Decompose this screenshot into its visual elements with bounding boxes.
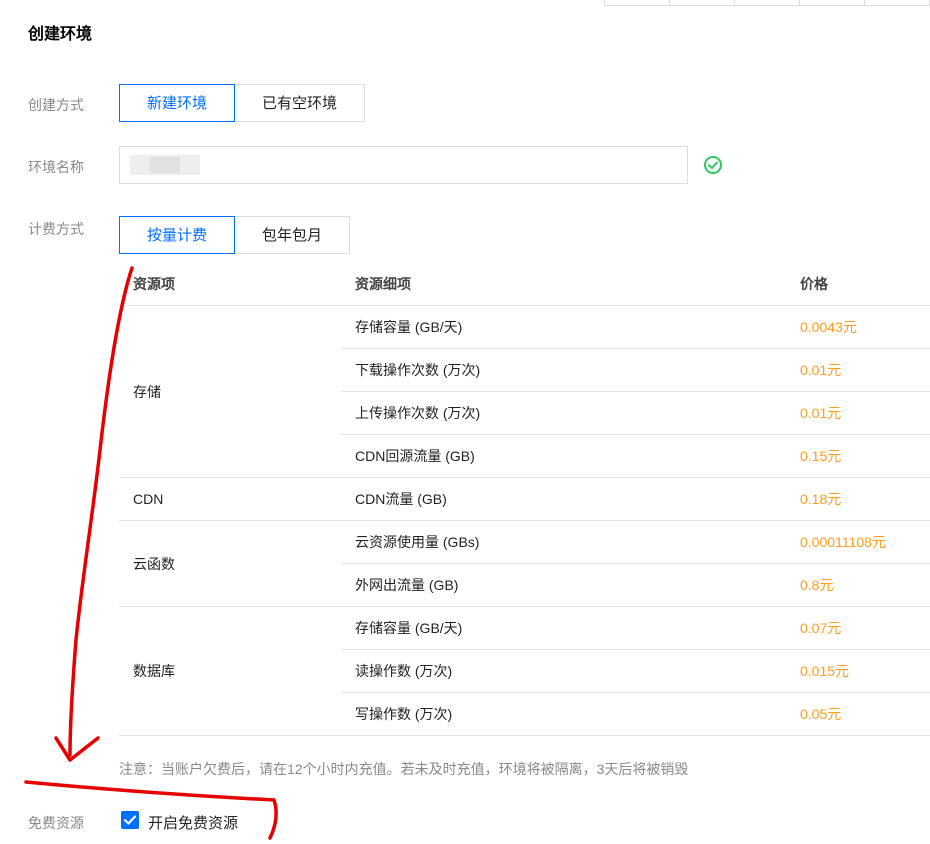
table-row: 数据库 存储容量 (GB/天) 0.07元 [119,606,930,736]
price-cell: 0.015元 [786,649,930,693]
billing-label: 计费方式 [28,221,84,237]
price-cell: 0.01元 [786,391,930,435]
pricing-table: 资源项 资源细项 价格 存储 存储容量 (GB/天) 0.0043元 下载操作次… [119,262,930,736]
resource-detail-cell: 存储容量 (GB/天) [341,305,786,349]
arrears-note: 注意：当账户欠费后，请在12个小时内充值。若未及时充值，环境将被隔离，3天后将被… [119,761,689,777]
free-resource-label: 免费资源 [28,815,84,831]
resource-detail-cell: 存储容量 (GB/天) [341,606,786,650]
header-resource-item: 资源项 [119,262,341,306]
price-cell: 0.07元 [786,606,930,650]
check-circle-icon [704,156,722,174]
price-cell: 0.15元 [786,434,930,478]
resource-item-cell: 数据库 [119,606,341,736]
annotation-arrowhead [54,736,100,762]
create-mode-label: 创建方式 [28,97,84,113]
price-cell: 0.0043元 [786,305,930,349]
header-price: 价格 [786,262,930,306]
resource-item-cell: CDN [119,477,341,521]
resource-detail-cell: CDN流量 (GB) [341,477,786,521]
price-cell: 0.8元 [786,563,930,607]
resource-detail-cell: 写操作数 (万次) [341,692,786,736]
redacted-text [150,157,180,173]
checkmark-icon [123,815,137,825]
env-name-label: 环境名称 [28,159,84,175]
price-cell: 0.18元 [786,477,930,521]
billing-monthly-option[interactable]: 包年包月 [235,216,351,254]
table-row: 存储 存储容量 (GB/天) 0.0043元 [119,305,930,478]
resource-detail-cell: 云资源使用量 (GBs) [341,520,786,564]
page-title: 创建环境 [28,26,93,43]
resource-detail-cell: 读操作数 (万次) [341,649,786,693]
table-row: CDN CDN流量 (GB) 0.18元 [119,477,930,521]
env-name-input[interactable] [119,146,688,184]
free-resource-checkbox-label: 开启免费资源 [148,815,239,832]
resource-item-cell: 存储 [119,305,341,478]
resource-detail-cell: 下载操作次数 (万次) [341,348,786,392]
resource-detail-cell: CDN回源流量 (GB) [341,434,786,478]
resource-detail-cell: 上传操作次数 (万次) [341,391,786,435]
price-cell: 0.00011108元 [786,520,930,564]
table-header-row: 资源项 资源细项 价格 [119,262,930,306]
resource-item-cell: 云函数 [119,520,341,607]
top-table-edge [604,0,930,6]
free-resource-checkbox[interactable] [121,811,139,829]
price-cell: 0.01元 [786,348,930,392]
billing-pay-as-you-go-option[interactable]: 按量计费 [119,216,236,254]
billing-selector: 按量计费 包年包月 [119,216,351,254]
price-cell: 0.05元 [786,692,930,736]
create-mode-selector: 新建环境 已有空环境 [119,84,366,122]
header-resource-detail: 资源细项 [341,262,786,306]
create-mode-new-option[interactable]: 新建环境 [119,84,236,122]
table-row: 云函数 云资源使用量 (GBs) 0.00011108元 [119,520,930,607]
create-mode-existing-option[interactable]: 已有空环境 [235,84,366,122]
resource-detail-cell: 外网出流量 (GB) [341,563,786,607]
